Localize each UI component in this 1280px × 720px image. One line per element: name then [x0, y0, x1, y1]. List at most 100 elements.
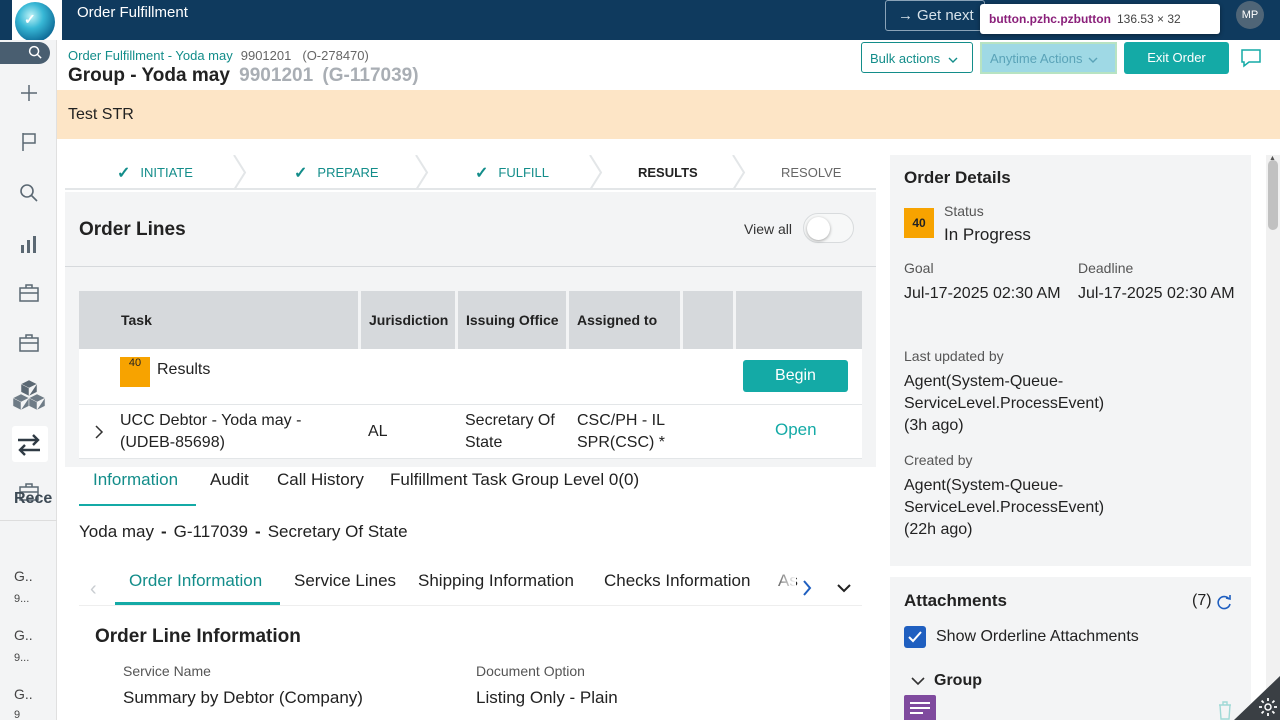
stage-resolve[interactable]: RESOLVE [781, 165, 841, 180]
created-by-label: Created by [904, 452, 973, 468]
app-logo[interactable]: ✓ [12, 0, 62, 42]
search-icon [28, 45, 42, 59]
inspector-tooltip: button.pzhc.pzbutton 136.53 × 32 [980, 4, 1220, 34]
bulk-actions-button[interactable]: Bulk actions [861, 42, 973, 73]
tab-fulfillment-task-group[interactable]: Fulfillment Task Group Level 0(0) [390, 470, 639, 490]
order-lines-title: Order Lines [79, 219, 186, 240]
bar-chart-icon[interactable] [16, 231, 42, 257]
refresh-icon[interactable] [1215, 593, 1233, 611]
recent-item-sub: 9... [14, 652, 30, 664]
subtab-shipping-information[interactable]: Shipping Information [418, 571, 574, 591]
group-label[interactable]: Group [934, 672, 982, 690]
chevron-down-icon[interactable] [910, 676, 926, 686]
column-header-issuing-office[interactable]: Issuing Office [458, 291, 566, 349]
column-header-assigned-to[interactable]: Assigned to [569, 291, 680, 349]
chevron-left-icon[interactable]: ‹ [90, 578, 97, 601]
chevron-down-icon[interactable] [836, 583, 852, 593]
last-updated-line: ServiceLevel.ProcessEvent) [904, 395, 1105, 412]
anytime-actions-button[interactable]: Anytime Actions [980, 42, 1117, 74]
info-group: G-117039 [173, 522, 249, 541]
stage-divider [589, 155, 603, 190]
tooltip-selector: button.pzhc.pzbutton [989, 12, 1111, 26]
tab-active-indicator [79, 504, 196, 506]
jurisdiction-cell: AL [368, 423, 388, 440]
nav-search-button[interactable] [0, 42, 50, 64]
urgency-badge: 40 [120, 357, 150, 387]
created-by-line: Agent(System-Queue- [904, 477, 1064, 494]
recent-item[interactable]: G.. [14, 686, 33, 702]
office-line: Secretary Of [465, 412, 555, 429]
bulk-actions-label: Bulk actions [870, 51, 941, 66]
tab-information[interactable]: Information [93, 470, 178, 490]
tab-audit[interactable]: Audit [210, 470, 249, 490]
scrollbar[interactable] [1266, 155, 1280, 720]
cubes-icon[interactable] [12, 378, 46, 410]
show-orderline-attachments-label[interactable]: Show Orderline Attachments [936, 628, 1139, 646]
chevron-right-icon[interactable] [94, 425, 104, 439]
exit-order-button[interactable]: Exit Order [1124, 42, 1229, 74]
separator: - [255, 522, 261, 541]
stage-label: PREPARE [317, 165, 379, 180]
app-title: Order Fulfillment [77, 4, 188, 21]
user-avatar[interactable]: MP [1236, 1, 1264, 29]
breadcrumb-link[interactable]: Order Fulfillment - Yoda may [68, 48, 233, 63]
trash-icon[interactable] [1216, 700, 1234, 720]
task-cell[interactable]: UCC Debtor - Yoda may - (UDEB-85698) [120, 410, 301, 454]
recent-item[interactable]: G.. [14, 627, 33, 643]
recent-item[interactable]: G.. [14, 568, 33, 584]
chevron-right-icon[interactable] [800, 576, 814, 600]
briefcase-icon[interactable] [16, 330, 42, 356]
plus-icon[interactable] [16, 80, 42, 106]
begin-button[interactable]: Begin [743, 360, 848, 392]
view-all-toggle[interactable] [803, 213, 854, 243]
open-link[interactable]: Open [775, 420, 817, 440]
order-details-title: Order Details [904, 168, 1011, 187]
issuing-office-cell: Secretary Of State [465, 410, 555, 454]
tab-call-history[interactable]: Call History [277, 470, 364, 490]
left-nav [0, 40, 57, 720]
stage-fulfill[interactable]: ✓ FULFILL [475, 162, 549, 182]
briefcase-icon[interactable] [16, 280, 42, 306]
subtab-fade [770, 565, 796, 601]
column-header-jurisdiction[interactable]: Jurisdiction [361, 291, 455, 349]
chevron-down-icon [1088, 57, 1098, 63]
subtab-order-information[interactable]: Order Information [129, 571, 262, 591]
stage-prepare[interactable]: ✓ PREPARE [294, 162, 379, 182]
last-updated-value: Agent(System-Queue- ServiceLevel.Process… [904, 371, 1104, 437]
chat-icon[interactable] [1240, 48, 1262, 68]
scrollbar-thumb[interactable] [1268, 160, 1278, 230]
stage-label: INITIATE [140, 165, 193, 180]
announcement-banner: Test STR [57, 90, 1280, 139]
breadcrumb: Order Fulfillment - Yoda may 9901201 (O-27… [68, 48, 369, 63]
stage-label: FULFILL [498, 165, 549, 180]
recent-item-sub: 9 [14, 709, 21, 720]
divider [79, 605, 862, 606]
page-title-group: (G-117039) [322, 65, 419, 86]
check-icon: ✓ [475, 165, 489, 182]
column-header-task[interactable]: Task [79, 291, 358, 349]
get-next-button[interactable]: → Get next [885, 0, 985, 31]
gear-icon[interactable] [1258, 697, 1278, 717]
page-title: Group - Yoda may 9901201 (G-117039) [68, 65, 419, 87]
transfer-icon[interactable] [14, 430, 44, 460]
stage-results[interactable]: RESULTS [638, 165, 698, 180]
subtab-service-lines[interactable]: Service Lines [294, 571, 396, 591]
subtab-checks-information[interactable]: Checks Information [604, 571, 750, 591]
search-icon[interactable] [16, 180, 42, 206]
last-updated-line: (3h ago) [904, 417, 964, 434]
results-label: Results [157, 361, 211, 378]
stage-initiate[interactable]: ✓ INITIATE [117, 162, 193, 182]
last-updated-label: Last updated by [904, 348, 1004, 364]
order-line-info-title: Order Line Information [95, 626, 301, 647]
logo-check-icon: ✓ [24, 11, 36, 27]
show-orderline-attachments-checkbox[interactable] [904, 626, 926, 648]
created-by-line: (22h ago) [904, 521, 973, 538]
page-title-text: Group - Yoda may [68, 65, 230, 86]
check-icon: ✓ [117, 165, 131, 182]
get-next-label: Get next [917, 7, 974, 24]
stage-divider [233, 155, 247, 190]
document-icon[interactable] [904, 695, 936, 720]
toggle-knob [807, 217, 830, 240]
flag-icon[interactable] [16, 129, 42, 155]
stage-divider [732, 155, 746, 190]
